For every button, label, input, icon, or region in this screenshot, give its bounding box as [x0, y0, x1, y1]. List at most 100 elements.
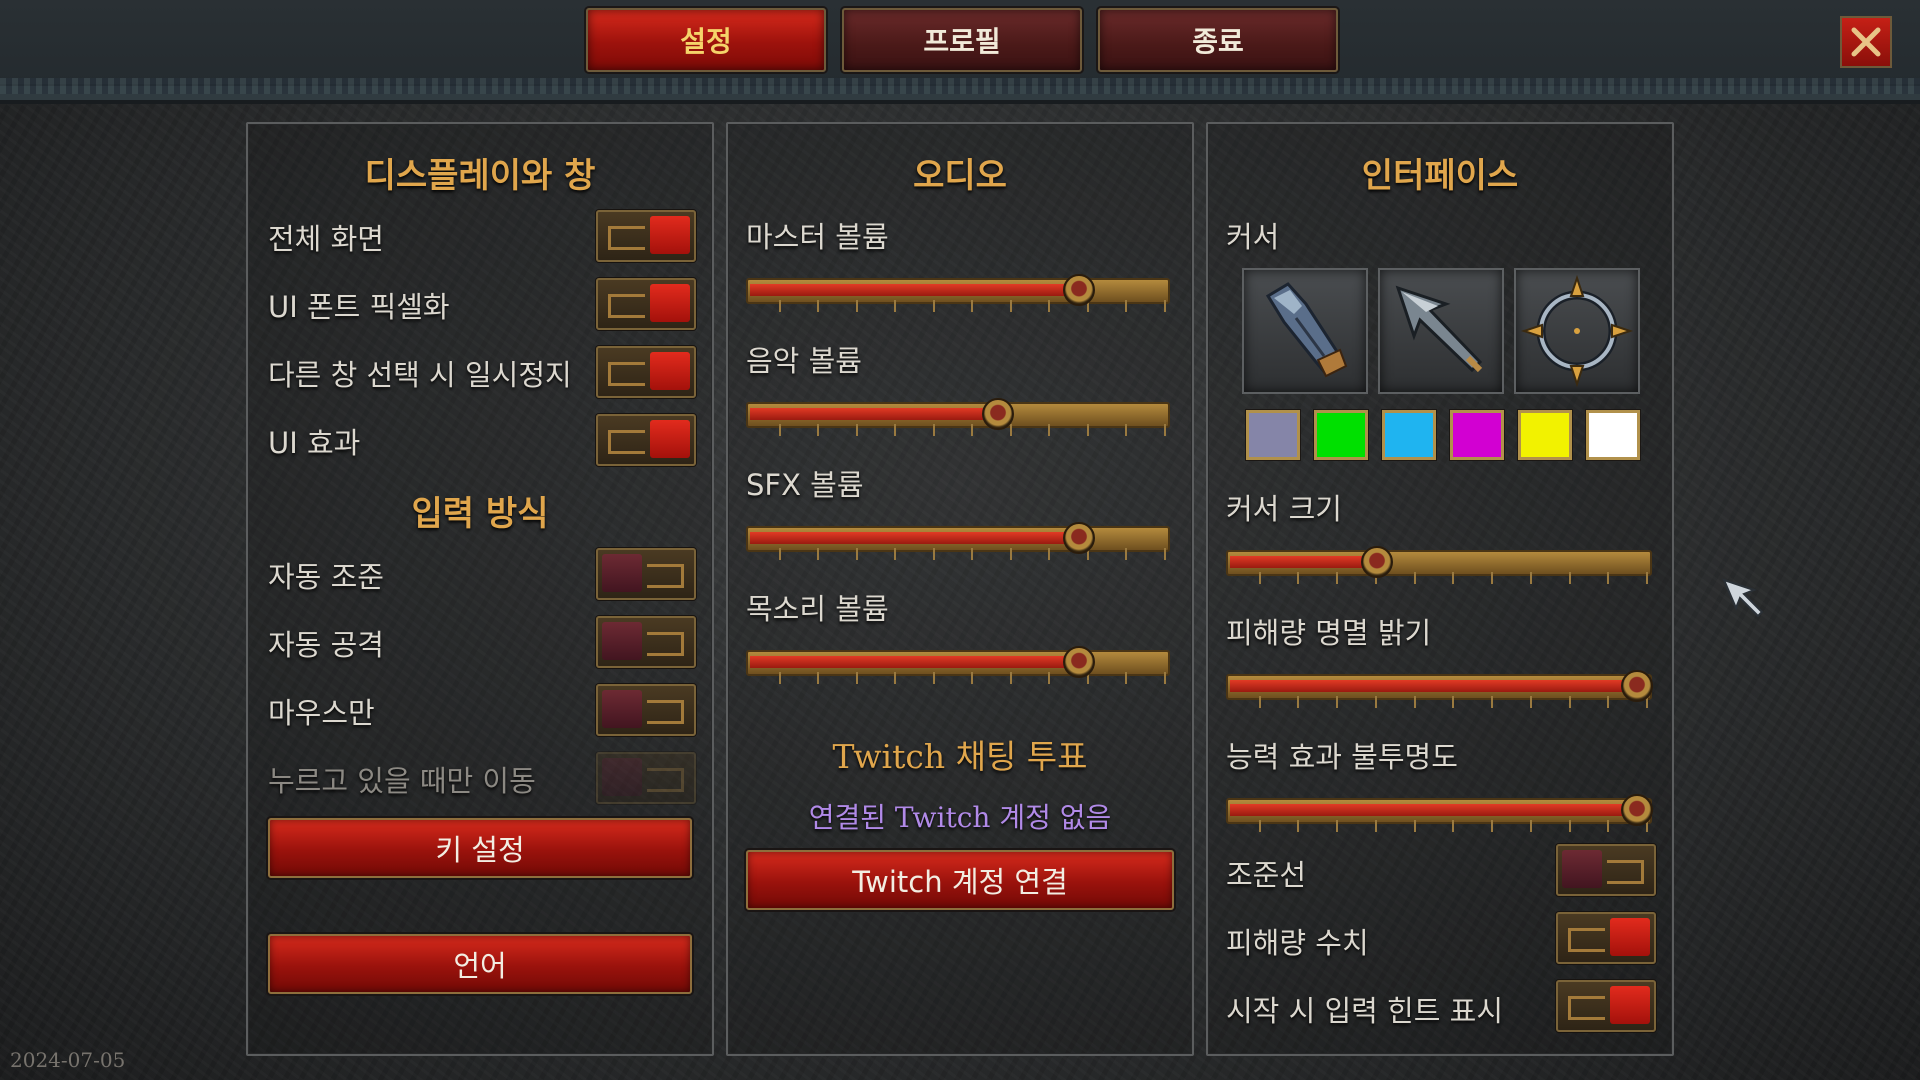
damage-flash-label: 피해량 명멸 밝기 — [1226, 616, 1432, 650]
input-hints-toggle[interactable] — [1556, 980, 1656, 1032]
slider-tick — [932, 300, 935, 312]
slider-tick — [1125, 672, 1128, 684]
slider-handle[interactable] — [982, 398, 1015, 430]
slider-tick — [817, 672, 820, 684]
slider-tick — [1336, 572, 1339, 584]
slider-ticks — [746, 672, 1170, 684]
cursor-color-lavender[interactable] — [1246, 410, 1300, 460]
slider-tick — [1048, 424, 1051, 436]
slider-tick — [1125, 300, 1128, 312]
slider-tick — [778, 300, 781, 312]
damage-numbers-toggle[interactable] — [1556, 912, 1656, 964]
slider-handle[interactable] — [1062, 522, 1095, 554]
slider-tick — [1529, 572, 1532, 584]
slider-tick — [1297, 696, 1300, 708]
slider-tick — [971, 548, 974, 560]
ability-opacity-label: 능력 효과 불투명도 — [1226, 740, 1458, 774]
slider-ticks — [1226, 696, 1652, 708]
mouse-only-toggle[interactable] — [596, 684, 696, 736]
keybind-button[interactable]: 키 설정 — [268, 818, 692, 878]
ability-opacity-slider[interactable] — [1226, 786, 1653, 836]
music-volume-label: 음악 볼륨 — [746, 344, 862, 378]
cursor-color-cyan[interactable] — [1382, 410, 1436, 460]
crosshair-cursor-icon — [1520, 274, 1634, 388]
slider-handle[interactable] — [1062, 274, 1095, 306]
slider-handle[interactable] — [1361, 546, 1394, 578]
ui-effects-toggle[interactable] — [596, 414, 696, 466]
slider-tick — [778, 424, 781, 436]
slider-tick — [1297, 572, 1300, 584]
cursor-size-slider[interactable] — [1226, 538, 1652, 588]
hold-to-move-toggle — [596, 752, 696, 804]
cursor-color-yellow[interactable] — [1518, 410, 1572, 460]
master-volume-slider[interactable] — [746, 266, 1170, 316]
voice-volume-label: 목소리 볼륨 — [746, 592, 889, 626]
slider-ticks — [1226, 820, 1652, 832]
slider-tick — [1413, 572, 1416, 584]
slider-tick — [1568, 572, 1571, 584]
slider-fill — [750, 284, 1076, 296]
slider-tick — [1125, 424, 1128, 436]
slider-tick — [1048, 300, 1051, 312]
audio-panel: 오디오 마스터 볼륨 음악 볼륨 SFX 볼륨 목소리 볼륨 Twitch 채팅… — [726, 122, 1194, 1056]
language-button[interactable]: 언어 — [268, 934, 692, 994]
music-volume-slider[interactable] — [746, 390, 1170, 440]
cursor-size-label: 커서 크기 — [1226, 492, 1342, 526]
arrow-cursor-icon — [1395, 285, 1483, 373]
slider-tick — [1607, 696, 1610, 708]
gauntlet-cursor-icon — [1265, 282, 1348, 378]
fullscreen-toggle[interactable] — [596, 210, 696, 262]
slider-handle[interactable] — [1620, 794, 1653, 826]
close-button[interactable] — [1840, 16, 1892, 68]
slider-tick — [1125, 548, 1128, 560]
cursor-option-gauntlet[interactable] — [1242, 268, 1368, 394]
cursor-option-crosshair[interactable] — [1514, 268, 1640, 394]
slider-ticks — [746, 424, 1170, 436]
slider-tick — [855, 548, 858, 560]
tab-settings[interactable]: 설정 — [586, 8, 826, 72]
slider-tick — [1009, 548, 1012, 560]
slider-handle[interactable] — [1620, 670, 1653, 702]
auto-attack-toggle[interactable] — [596, 616, 696, 668]
slider-tick — [1374, 820, 1377, 832]
auto-aim-toggle[interactable] — [596, 548, 696, 600]
slider-tick — [1452, 696, 1455, 708]
audio-panel-title: 오디오 — [913, 156, 1007, 196]
slider-fill — [750, 532, 1076, 544]
slider-tick — [1009, 672, 1012, 684]
sfx-volume-slider[interactable] — [746, 514, 1170, 564]
slider-tick — [932, 548, 935, 560]
slider-fill — [1230, 680, 1634, 692]
master-volume-label: 마스터 볼륨 — [746, 220, 889, 254]
slider-tick — [1452, 572, 1455, 584]
tab-profile[interactable]: 프로필 — [842, 8, 1082, 72]
slider-tick — [1164, 548, 1166, 560]
twitch-connect-button[interactable]: Twitch 계정 연결 — [746, 850, 1174, 910]
slider-tick — [1529, 696, 1532, 708]
slider-tick — [1529, 820, 1532, 832]
slider-tick — [1164, 672, 1166, 684]
slider-handle[interactable] — [1062, 646, 1095, 678]
crosshair-line-toggle[interactable] — [1556, 844, 1656, 896]
slider-tick — [1297, 820, 1300, 832]
cursor-color-magenta[interactable] — [1450, 410, 1504, 460]
cursor-option-arrow[interactable] — [1378, 268, 1504, 394]
slider-tick — [855, 672, 858, 684]
slider-tick — [1607, 820, 1610, 832]
tab-quit[interactable]: 종료 — [1098, 8, 1338, 72]
pixel-font-toggle[interactable] — [596, 278, 696, 330]
fullscreen-label: 전체 화면 — [268, 222, 384, 256]
date-stamp: 2024-07-05 — [10, 1048, 126, 1072]
pause-unfocused-toggle[interactable] — [596, 346, 696, 398]
slider-tick — [855, 424, 858, 436]
cursor-color-green[interactable] — [1314, 410, 1368, 460]
slider-tick — [1048, 548, 1051, 560]
voice-volume-slider[interactable] — [746, 638, 1170, 688]
damage-flash-slider[interactable] — [1226, 662, 1653, 712]
cursor-color-white[interactable] — [1586, 410, 1640, 460]
slider-tick — [1413, 820, 1416, 832]
ornament-band — [0, 78, 1920, 94]
hold-to-move-label: 누르고 있을 때만 이동 — [268, 764, 536, 798]
slider-tick — [817, 300, 820, 312]
slider-tick — [971, 424, 974, 436]
